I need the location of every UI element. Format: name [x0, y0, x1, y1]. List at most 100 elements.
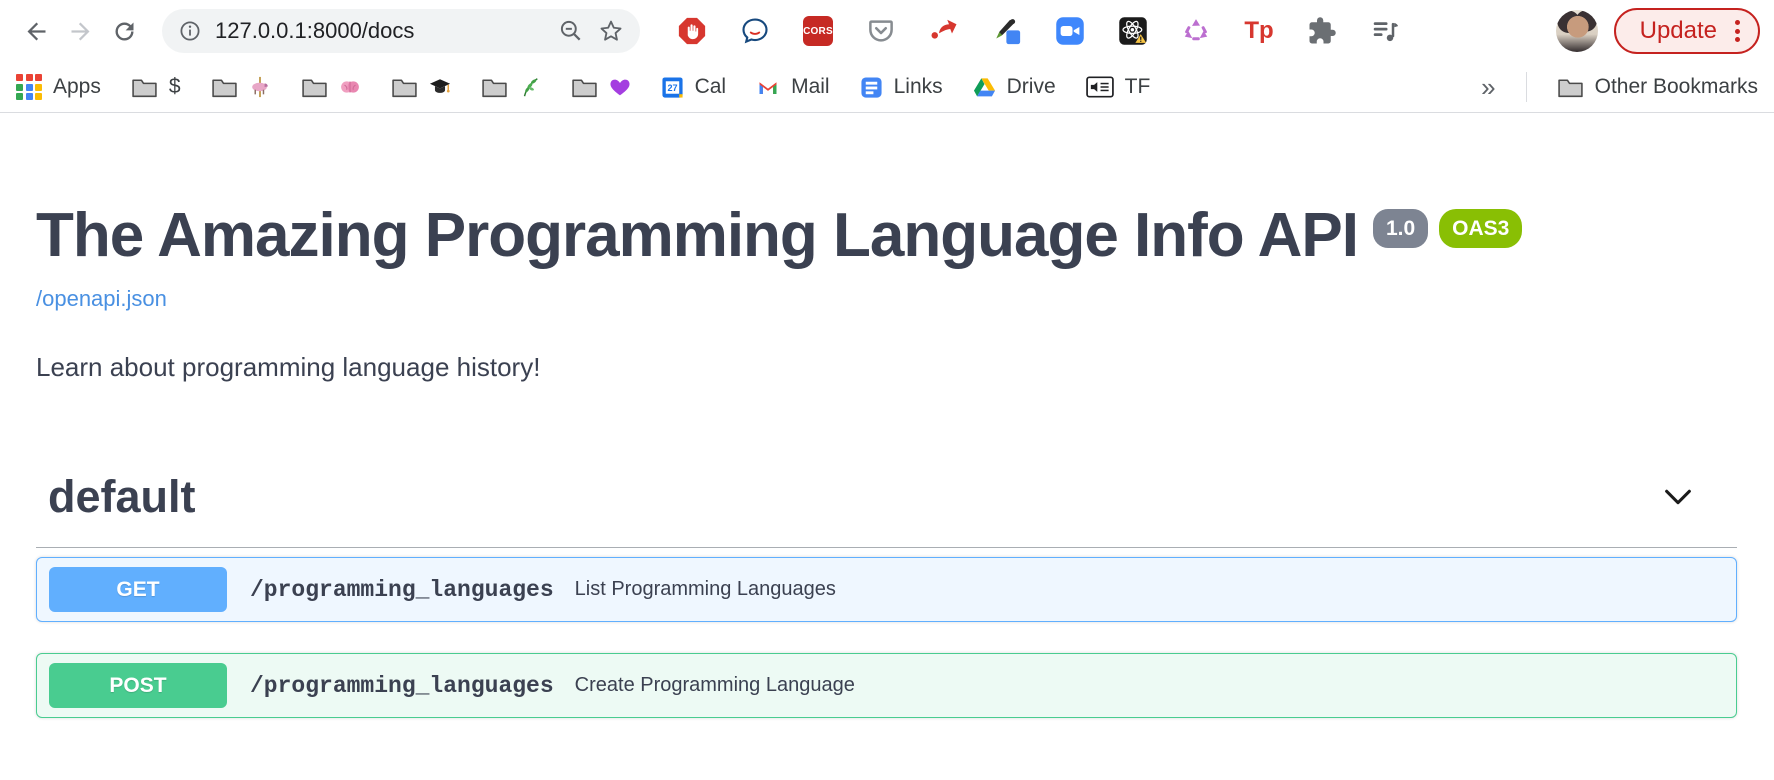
- folder-icon: [301, 77, 328, 98]
- mail-label: Mail: [791, 75, 830, 99]
- bookmark-folder-brain[interactable]: [301, 76, 361, 98]
- bookmark-star-icon[interactable]: [598, 18, 624, 44]
- cal-label: Cal: [695, 75, 727, 99]
- speaker-card-icon: [1086, 76, 1114, 98]
- bookmark-apps[interactable]: Apps: [16, 74, 101, 100]
- brain-icon: [339, 76, 361, 98]
- bookmarks-overflow-chevron[interactable]: »: [1481, 72, 1495, 103]
- tf-label: TF: [1125, 75, 1151, 99]
- pocket-extension[interactable]: [865, 15, 897, 47]
- operation-row-post[interactable]: POST /programming_languages Create Progr…: [36, 653, 1737, 718]
- drive-label: Drive: [1007, 75, 1056, 99]
- openapi-spec-link[interactable]: /openapi.json: [36, 286, 167, 312]
- stop-hand-icon: [677, 16, 707, 46]
- chat-bubble-icon: [740, 16, 770, 46]
- herb-icon: [519, 76, 541, 98]
- red-arrow-icon: [929, 16, 959, 46]
- video-camera-icon: [1055, 16, 1085, 46]
- zoom-extension[interactable]: [1054, 15, 1086, 47]
- gmail-icon: [756, 75, 780, 99]
- bookmark-folder-heart[interactable]: [571, 76, 631, 98]
- redirect-extension[interactable]: [928, 15, 960, 47]
- oas3-badge: OAS3: [1439, 209, 1522, 248]
- url-text[interactable]: 127.0.0.1:8000/docs: [215, 18, 544, 44]
- folder-icon: [1557, 77, 1584, 98]
- operation-path: /programming_languages: [250, 673, 554, 699]
- recycle-extension[interactable]: [1180, 15, 1212, 47]
- swagger-page: The Amazing Programming Language Info AP…: [0, 203, 1774, 718]
- tp-icon: Tp: [1244, 17, 1273, 45]
- update-label: Update: [1640, 17, 1717, 45]
- extensions-strip: CORS: [676, 15, 1401, 47]
- get-method-badge: GET: [49, 567, 227, 612]
- back-arrow-icon: [23, 18, 50, 45]
- api-description: Learn about programming language history…: [36, 352, 1737, 383]
- reload-icon: [111, 18, 138, 45]
- folder-icon: [571, 77, 598, 98]
- reload-button[interactable]: [102, 9, 146, 53]
- page-info-icon[interactable]: [178, 19, 202, 43]
- google-drive-icon: [973, 76, 996, 99]
- apps-label: Apps: [53, 75, 101, 99]
- chevron-down-icon[interactable]: [1661, 480, 1695, 514]
- eyedropper-icon: [992, 16, 1022, 46]
- media-controls-button[interactable]: [1369, 15, 1401, 47]
- folder-icon: [211, 77, 238, 98]
- dollar-label: $: [169, 75, 181, 99]
- tampermonkey-extension[interactable]: Tp: [1243, 15, 1275, 47]
- update-button[interactable]: Update: [1614, 8, 1760, 54]
- bookmark-drive[interactable]: Drive: [973, 75, 1056, 99]
- graduation-cap-icon: [429, 76, 451, 98]
- svg-text:27: 27: [667, 82, 677, 92]
- other-bookmarks[interactable]: Other Bookmarks: [1557, 75, 1758, 99]
- folder-icon: [481, 77, 508, 98]
- operation-row-get[interactable]: GET /programming_languages List Programm…: [36, 557, 1737, 622]
- browser-toolbar: 127.0.0.1:8000/docs CORS: [0, 0, 1774, 62]
- address-bar[interactable]: 127.0.0.1:8000/docs: [162, 9, 640, 53]
- bookmark-folder-carousel[interactable]: [211, 76, 271, 98]
- chat-extension[interactable]: [739, 15, 771, 47]
- operation-summary: Create Programming Language: [575, 674, 855, 697]
- operation-summary: List Programming Languages: [575, 578, 836, 601]
- carousel-horse-icon: [249, 76, 271, 98]
- post-method-badge: POST: [49, 663, 227, 708]
- folder-icon: [131, 77, 158, 98]
- links-label: Links: [894, 75, 943, 99]
- browser-menu-kebab-icon[interactable]: [1735, 20, 1740, 42]
- pocket-shield-icon: [866, 16, 896, 46]
- recycle-icon: [1181, 16, 1211, 46]
- version-badge: 1.0: [1373, 209, 1428, 248]
- bookmark-folder-herb[interactable]: [481, 76, 541, 98]
- playlist-music-icon: [1370, 16, 1400, 46]
- react-devtools-extension[interactable]: [1117, 15, 1149, 47]
- puzzle-icon: [1307, 16, 1337, 46]
- bookmarks-separator: [1526, 72, 1527, 102]
- other-bookmarks-label: Other Bookmarks: [1595, 75, 1758, 99]
- bookmark-mail[interactable]: Mail: [756, 75, 830, 99]
- back-button[interactable]: [14, 9, 58, 53]
- cors-icon: CORS: [803, 16, 833, 46]
- zoom-out-icon[interactable]: [558, 18, 584, 44]
- forward-button[interactable]: [58, 9, 102, 53]
- folder-icon: [391, 77, 418, 98]
- extensions-menu-button[interactable]: [1306, 15, 1338, 47]
- operation-path: /programming_languages: [250, 577, 554, 603]
- cors-extension[interactable]: CORS: [802, 15, 834, 47]
- apps-grid-icon: [16, 74, 42, 100]
- bookmark-folder-graduation[interactable]: [391, 76, 451, 98]
- bookmark-links[interactable]: Links: [860, 75, 943, 99]
- section-header-default[interactable]: default: [36, 471, 1737, 548]
- purple-heart-icon: [609, 76, 631, 98]
- section-title: default: [48, 471, 196, 523]
- bookmark-calendar[interactable]: 27 Cal: [661, 75, 727, 99]
- adblock-extension[interactable]: [676, 15, 708, 47]
- profile-avatar[interactable]: [1556, 10, 1598, 52]
- bookmarks-bar: Apps $: [0, 62, 1774, 113]
- forward-arrow-icon: [67, 18, 94, 45]
- page-title: The Amazing Programming Language Info AP…: [36, 203, 1358, 269]
- react-atom-icon: [1118, 16, 1148, 46]
- colorpicker-extension[interactable]: [991, 15, 1023, 47]
- bookmark-folder-dollar[interactable]: $: [131, 75, 181, 99]
- links-list-icon: [860, 76, 883, 99]
- bookmark-tf[interactable]: TF: [1086, 75, 1151, 99]
